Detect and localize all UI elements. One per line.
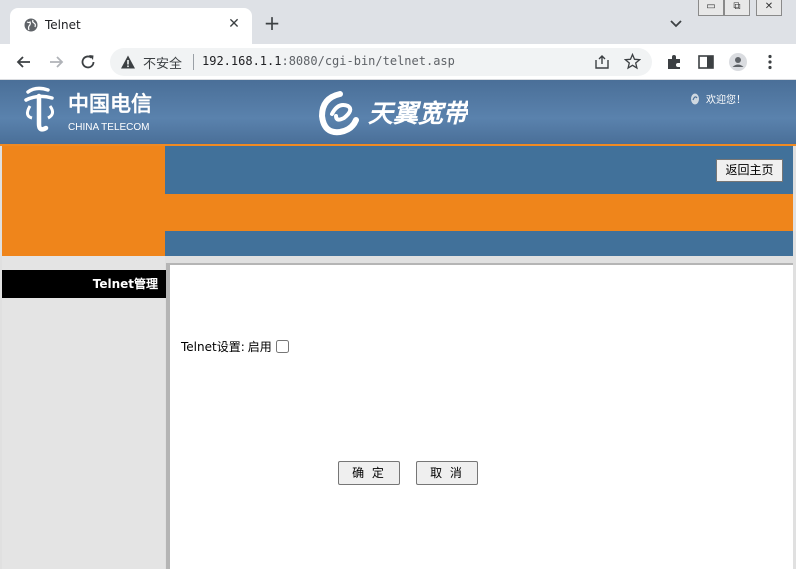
close-window-button[interactable]: ✕ xyxy=(756,0,782,16)
security-label[interactable]: 不安全 xyxy=(143,53,182,72)
header-banner: 中国电信 CHINA TELECOM 天翼宽带 欢迎您！ xyxy=(0,80,796,146)
sidebar: Telnet管理 xyxy=(2,256,170,569)
welcome-text: 欢迎您！ xyxy=(706,95,746,106)
share-icon[interactable] xyxy=(594,54,610,70)
header-blue-bar xyxy=(165,146,793,194)
tab-telnet[interactable]: Telnet ✕ xyxy=(10,8,252,44)
enable-label: 启用 xyxy=(247,340,272,354)
tianyi-broadband-logo: 天翼宽带 xyxy=(318,91,468,136)
cancel-button[interactable]: 取 消 xyxy=(416,461,478,485)
web-page: 中国电信 CHINA TELECOM 天翼宽带 欢迎您！ 返回主页 Telnet… xyxy=(0,80,796,569)
header-orange-block xyxy=(2,146,165,256)
header-blue-bar-lower xyxy=(165,231,793,256)
sidebar-item-label: Telnet管理 xyxy=(92,277,158,291)
welcome-icon xyxy=(691,93,699,105)
brand-text: 天翼宽带 xyxy=(368,99,468,128)
maximize-button[interactable]: ⧉ xyxy=(724,0,750,16)
back-arrow-icon[interactable] xyxy=(14,52,34,72)
menu-kebab-icon[interactable] xyxy=(760,52,780,72)
star-icon[interactable] xyxy=(624,53,641,70)
logo-en-text: CHINA TELECOM xyxy=(68,122,150,133)
url-text[interactable]: 192.168.1.1:8080/cgi-bin/telnet.asp xyxy=(202,54,455,68)
address-bar[interactable]: 不安全 192.168.1.1:8080/cgi-bin/telnet.asp xyxy=(110,48,652,76)
reload-icon[interactable] xyxy=(78,52,98,72)
sidebar-item-telnet[interactable]: Telnet管理 xyxy=(2,270,170,298)
extensions-icon[interactable] xyxy=(664,52,684,72)
chevron-down-icon[interactable] xyxy=(668,15,684,31)
url-host: 192.168.1.1 xyxy=(202,54,282,68)
ok-button[interactable]: 确 定 xyxy=(338,461,400,485)
telnet-setting-label: Telnet设置: xyxy=(181,340,245,354)
new-tab-button[interactable]: + xyxy=(262,13,282,33)
minimize-button[interactable]: ▭ xyxy=(698,0,724,16)
omnibox-divider xyxy=(193,54,194,70)
china-telecom-logo: 中国电信 CHINA TELECOM xyxy=(24,86,152,133)
tab-title: Telnet xyxy=(45,18,81,32)
globe-icon xyxy=(24,18,38,32)
header-orange-bar xyxy=(165,194,793,231)
side-panel-icon[interactable] xyxy=(696,52,716,72)
browser-toolbar: 不安全 192.168.1.1:8080/cgi-bin/telnet.asp xyxy=(0,44,796,80)
tab-close-icon[interactable]: ✕ xyxy=(226,16,242,32)
profile-icon[interactable] xyxy=(728,52,748,72)
warning-icon[interactable] xyxy=(120,54,136,70)
logo-cn-text: 中国电信 xyxy=(68,91,152,116)
browser-window: Telnet ✕ + ▭ ⧉ ✕ 不安全 192.168.1.1:8080/cg… xyxy=(0,0,796,569)
enable-checkbox[interactable] xyxy=(275,340,289,353)
content-panel: Telnet设置: 启用 确 定 取 消 xyxy=(166,263,793,569)
telnet-setting-row: Telnet设置: 启用 xyxy=(181,338,289,355)
url-path: :8080/cgi-bin/telnet.asp xyxy=(281,54,455,68)
home-button[interactable]: 返回主页 xyxy=(716,159,783,182)
forward-arrow-icon[interactable] xyxy=(46,52,66,72)
tab-strip: Telnet ✕ + ▭ ⧉ ✕ xyxy=(0,0,796,44)
